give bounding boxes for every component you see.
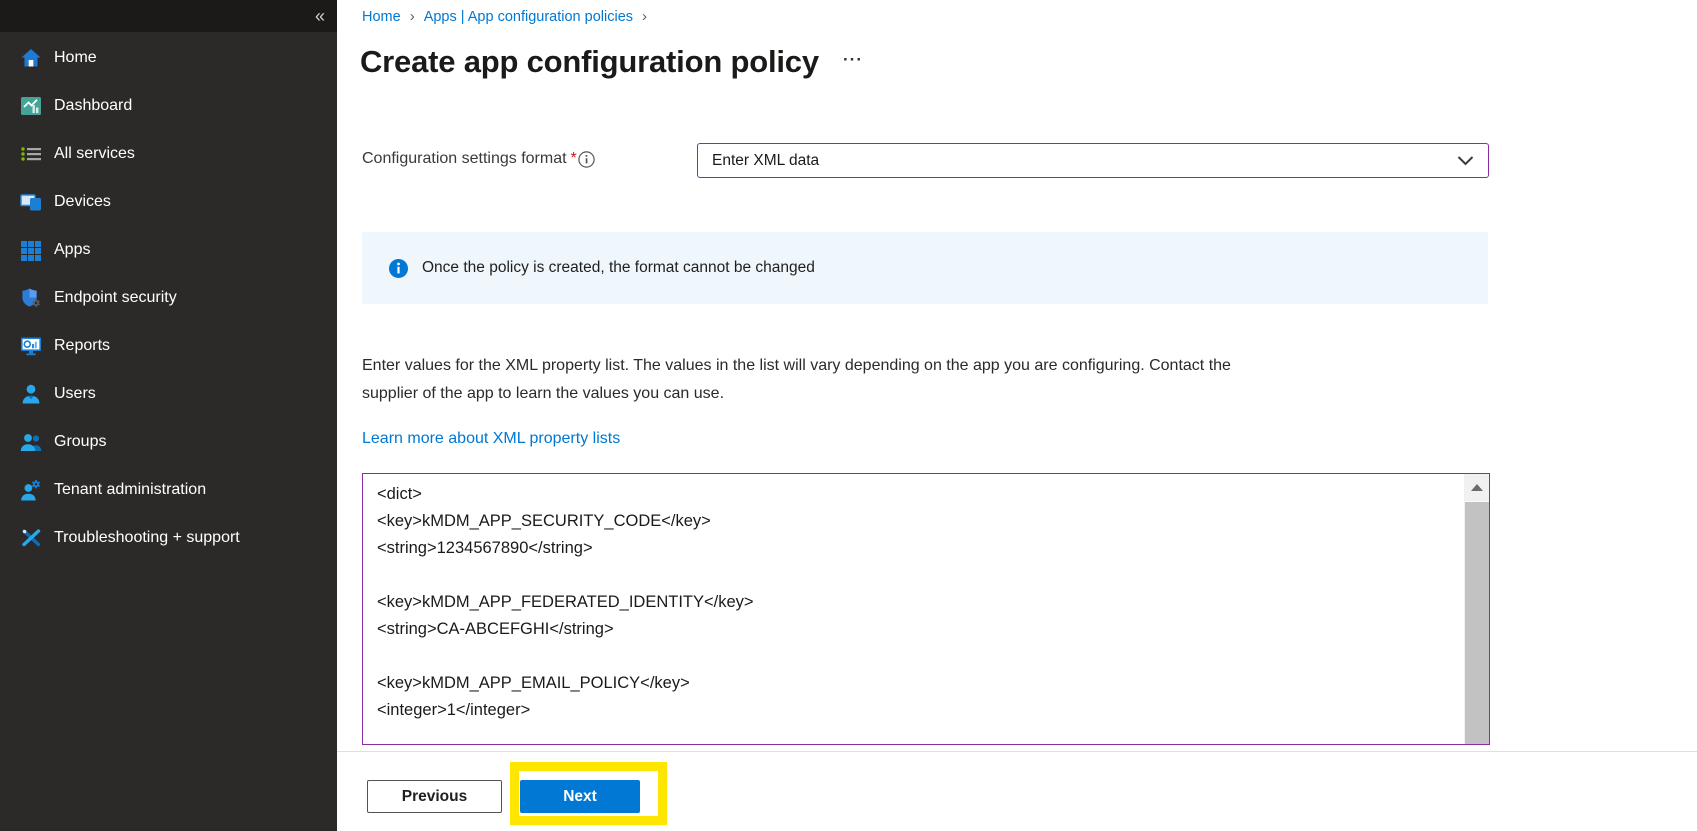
xml-data-content[interactable]: <dict> <key>kMDM_APP_SECURITY_CODE</key>… [363,474,1463,744]
sidebar-item-devices[interactable]: Devices [0,178,337,226]
users-icon [20,383,42,405]
triangle-up-icon [1471,484,1483,491]
sidebar-topbar: « [0,0,337,32]
sidebar: « Home Dashboard All services Devices Ap… [0,0,337,831]
tenant-administration-icon [20,479,42,501]
home-icon [20,47,42,69]
sidebar-item-tenant-administration[interactable]: Tenant administration [0,466,337,514]
sidebar-item-label: Apps [54,241,91,258]
endpoint-security-icon [20,287,42,309]
sidebar-item-troubleshooting-support[interactable]: Troubleshooting + support [0,514,337,562]
sidebar-item-label: Troubleshooting + support [54,529,240,546]
previous-button[interactable]: Previous [367,780,502,813]
dropdown-selected-value: Enter XML data [712,151,820,169]
sidebar-item-reports[interactable]: Reports [0,322,337,370]
sidebar-item-label: Groups [54,433,107,450]
breadcrumb-separator: › [409,8,415,25]
learn-more-link[interactable]: Learn more about XML property lists [362,430,620,448]
sidebar-item-label: Devices [54,193,111,210]
next-button[interactable]: Next [520,780,640,813]
chevron-down-icon [1457,155,1474,166]
banner-text: Once the policy is created, the format c… [422,259,815,276]
breadcrumb: Home › Apps | App configuration policies… [362,8,647,25]
xml-data-editor[interactable]: <dict> <key>kMDM_APP_SECURITY_CODE</key>… [362,473,1490,745]
description-line-2: supplier of the app to learn the values … [362,385,725,402]
description-line-1: Enter values for the XML property list. … [362,357,1231,374]
sidebar-item-label: Home [54,49,97,66]
settings-format-label: Configuration settings format * [362,150,577,167]
info-filled-icon [389,258,408,278]
page-title: Create app configuration policy [360,44,819,79]
scrollbar-up-button[interactable] [1465,474,1489,501]
info-banner: Once the policy is created, the format c… [362,232,1488,304]
sidebar-item-users[interactable]: Users [0,370,337,418]
settings-format-dropdown[interactable]: Enter XML data [697,143,1489,178]
sidebar-item-dashboard[interactable]: Dashboard [0,82,337,130]
sidebar-item-home[interactable]: Home [0,34,337,82]
xml-editor-scrollbar[interactable] [1464,474,1489,744]
sidebar-item-label: Tenant administration [54,481,207,498]
dashboard-icon [20,95,42,117]
sidebar-item-label: Reports [54,337,111,354]
sidebar-item-groups[interactable]: Groups [0,418,337,466]
troubleshooting-icon [20,527,42,549]
sidebar-item-label: Dashboard [54,97,133,114]
groups-icon [20,431,42,453]
sidebar-item-label: Endpoint security [54,289,177,306]
breadcrumb-home-link[interactable]: Home [362,9,401,25]
info-tooltip-icon[interactable] [578,151,595,168]
required-asterisk: * [570,150,577,167]
breadcrumb-app-config-link[interactable]: Apps | App configuration policies [424,9,633,25]
sidebar-item-label: All services [54,145,135,162]
breadcrumb-separator: › [642,8,648,25]
sidebar-item-apps[interactable]: Apps [0,226,337,274]
sidebar-nav: Home Dashboard All services Devices Apps [0,34,337,562]
reports-icon [20,335,42,357]
more-menu-icon[interactable]: ··· [843,50,863,70]
footer-divider [337,751,1697,752]
apps-icon [20,239,42,261]
devices-icon [20,191,42,213]
scrollbar-thumb[interactable] [1465,502,1489,744]
all-services-icon [20,143,42,165]
xml-description: Enter values for the XML property list. … [362,352,1231,408]
sidebar-item-label: Users [54,385,96,402]
collapse-sidebar-icon[interactable]: « [315,7,325,25]
sidebar-item-all-services[interactable]: All services [0,130,337,178]
sidebar-item-endpoint-security[interactable]: Endpoint security [0,274,337,322]
